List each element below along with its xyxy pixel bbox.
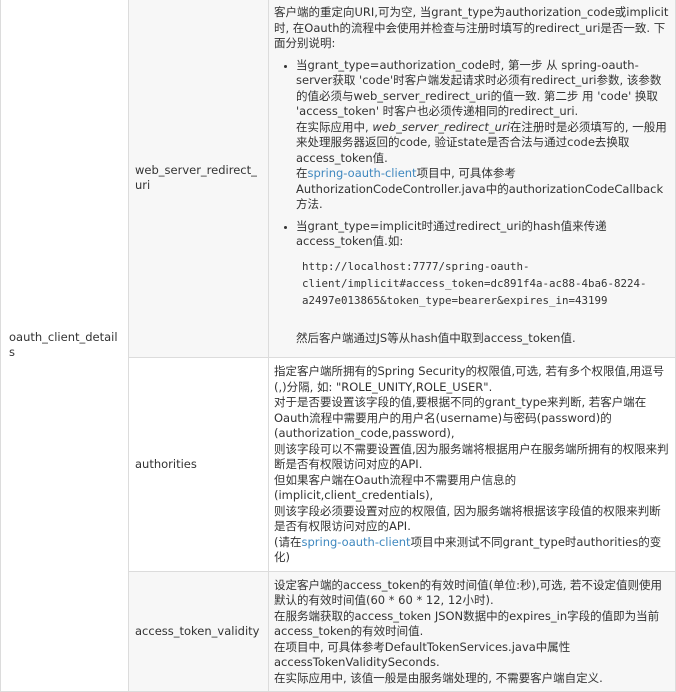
description-cell: 客户端的重定向URI,可为空, 当grant_type为authorizatio…: [268, 0, 676, 358]
field-name: access_token_validity: [135, 623, 260, 638]
field-name: web_server_redirect_uri: [135, 162, 257, 193]
description-text: 设定客户端的access_token的有效时间值(单位:秒),可选, 若不设定值…: [274, 577, 662, 608]
table-name-cell: oauth_client_details: [0, 0, 129, 692]
description-text: 在实际应用中, 该值一般是由服务端处理的, 不需要客户端自定义.: [274, 670, 603, 685]
list-item: 当grant_type=implicit时通过redirect_uri的hash…: [296, 219, 669, 347]
schema-table: oauth_client_details web_server_redirect…: [0, 0, 676, 692]
description-text: 则该字段可以不需要设置值,因为服务端将根据用户在服务端所拥有的权限来判断是否有权…: [274, 441, 669, 472]
description-list: 当grant_type=authorization_code时, 第一步 从 s…: [274, 58, 669, 347]
description-text: 当grant_type=implicit时通过redirect_uri的hash…: [296, 218, 607, 249]
field-name-cell: access_token_validity: [128, 570, 269, 692]
description-text: 但如果客户端在Oauth流程中不需要用户信息的(implicit,client_…: [274, 472, 517, 503]
description-cell: 设定客户端的access_token的有效时间值(单位:秒),可选, 若不设定值…: [268, 570, 676, 692]
project-link[interactable]: spring-oauth-client: [308, 166, 417, 180]
description-text: 在实际应用中,: [296, 119, 373, 134]
description-intro: 客户端的重定向URI,可为空, 当grant_type为authorizatio…: [274, 5, 669, 50]
description-cell: 指定客户端所拥有的Spring Security的权限值,可选, 若有多个权限值…: [268, 357, 676, 572]
description-text: 对于是否要设置该字段的值,要根据不同的grant_type来判断, 若客户端在O…: [274, 395, 647, 440]
description-text: 指定客户端所拥有的Spring Security的权限值,可选, 若有多个权限值…: [274, 364, 665, 394]
table-row: oauth_client_details web_server_redirect…: [0, 0, 676, 692]
field-name-cell: authorities: [128, 357, 269, 572]
field-reference: web_server_redirect_uri: [372, 119, 510, 134]
description-text: 在服务端获取的access_token JSON数据中的expires_in字段…: [274, 608, 660, 639]
description-text: 在: [296, 166, 308, 180]
description-text: 在项目中, 可具体参考DefaultTokenServices.java中属性a…: [274, 639, 571, 670]
description-text: 然后客户端通过JS等从hash值中取到access_token值.: [296, 330, 576, 345]
table-name: oauth_client_details: [9, 329, 118, 360]
description-text: 当grant_type=authorization_code时, 第一步 从 s…: [296, 57, 662, 119]
description-text: (请在: [274, 534, 302, 549]
project-link[interactable]: spring-oauth-client: [302, 535, 411, 549]
code-example: http://localhost:7777/spring-oauth-clien…: [302, 259, 647, 307]
list-item: 当grant_type=authorization_code时, 第一步 从 s…: [296, 58, 669, 213]
field-name: authorities: [135, 456, 197, 471]
description-text: 则该字段必须要设置对应的权限值, 因为服务端将根据该字段值的权限来判断是否有权限…: [274, 503, 661, 534]
field-name-cell: web_server_redirect_uri: [128, 0, 269, 358]
